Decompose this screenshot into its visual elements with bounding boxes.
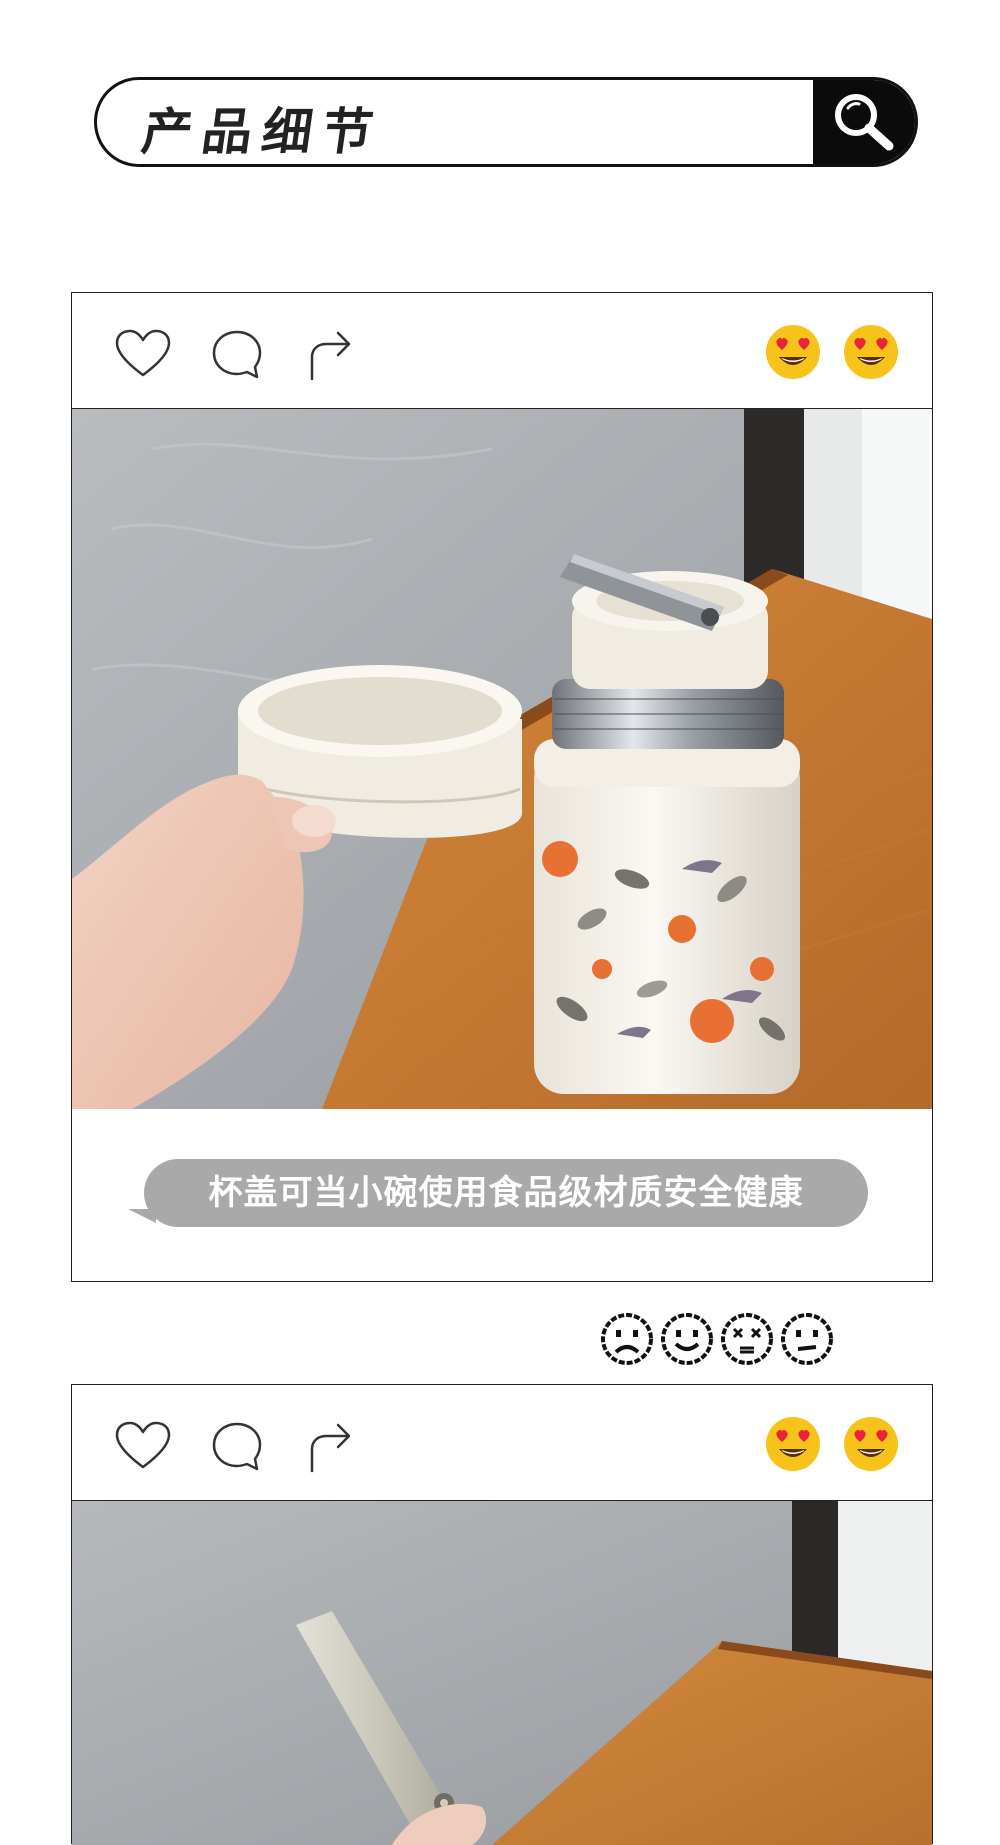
reaction-faces-row — [600, 1312, 840, 1368]
caption-text: 杯盖可当小碗使用食品级材质安全健康 — [208, 1173, 804, 1213]
search-icon — [835, 94, 894, 151]
share-icon[interactable] — [306, 1421, 354, 1473]
smile-face-icon — [661, 1313, 713, 1365]
product-photo-1 — [72, 409, 932, 1109]
heart-icon[interactable] — [114, 1421, 172, 1471]
post-action-bar — [72, 293, 932, 409]
page-title: 产品细节 — [138, 103, 387, 161]
caption-area: 杯盖可当小碗使用食品级材质安全健康 — [72, 1109, 932, 1281]
heart-eyes-emoji — [766, 325, 820, 379]
heart-eyes-emoji — [844, 325, 898, 379]
search-button[interactable] — [813, 80, 915, 164]
post-action-bar — [72, 1385, 932, 1501]
dizzy-face-icon — [721, 1313, 773, 1365]
caption-speech-bubble: 杯盖可当小碗使用食品级材质安全健康 — [144, 1159, 868, 1227]
sad-face-icon — [601, 1313, 653, 1365]
neutral-face-icon — [781, 1313, 833, 1365]
product-photo-2 — [72, 1501, 932, 1845]
post-card-2 — [71, 1384, 933, 1845]
comment-icon[interactable] — [211, 329, 263, 381]
post-card-1: 杯盖可当小碗使用食品级材质安全健康 — [71, 292, 933, 1282]
heart-eyes-emoji — [766, 1417, 820, 1471]
comment-icon[interactable] — [211, 1421, 263, 1473]
share-icon[interactable] — [306, 329, 354, 381]
heart-eyes-emoji — [844, 1417, 898, 1471]
heart-icon[interactable] — [114, 329, 172, 379]
header-search-bar[interactable]: 产品细节 — [94, 77, 918, 167]
